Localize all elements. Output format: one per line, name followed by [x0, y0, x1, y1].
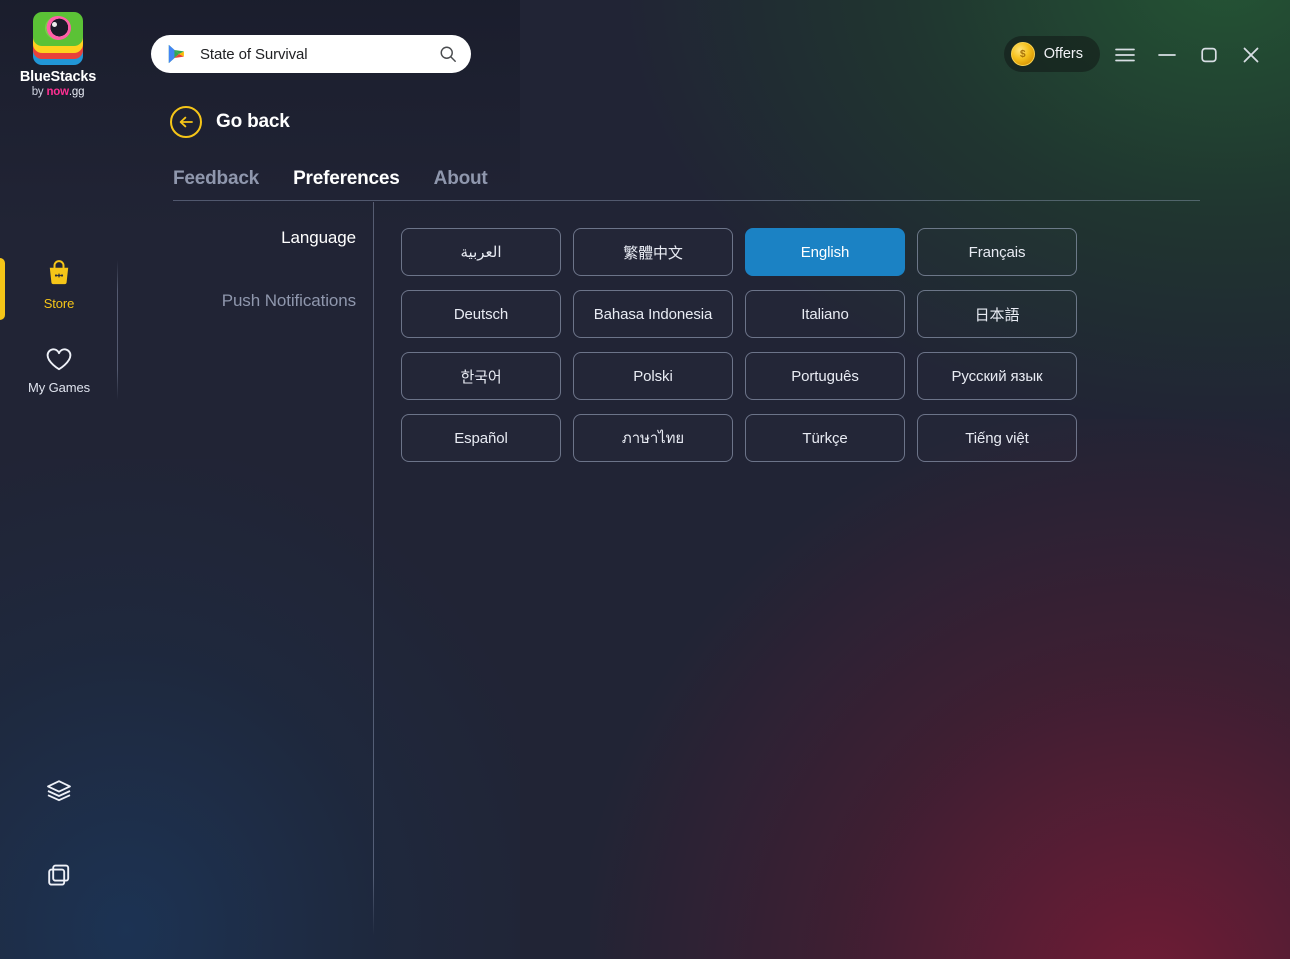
- heart-icon: [46, 348, 72, 371]
- language-option-italian[interactable]: Italiano: [745, 290, 905, 338]
- language-option-english[interactable]: English: [745, 228, 905, 276]
- arrow-left-circle-icon: [170, 106, 202, 138]
- sidebar-item-store[interactable]: Store: [0, 258, 118, 311]
- language-option-vietnamese[interactable]: Tiếng việt: [917, 414, 1077, 462]
- search-icon[interactable]: [439, 45, 457, 63]
- language-grid: العربية 繁體中文 English Français Deutsch Ba…: [401, 228, 1077, 462]
- coin-icon: $: [1010, 42, 1035, 66]
- settings-tabs: Feedback Preferences About: [173, 168, 488, 190]
- search-bar[interactable]: State of Survival: [151, 35, 471, 73]
- google-play-icon: [168, 44, 184, 64]
- brand-now: now: [46, 85, 69, 98]
- language-option-russian[interactable]: Русский язык: [917, 352, 1077, 400]
- window-controls: [1104, 36, 1272, 74]
- search-input[interactable]: State of Survival: [200, 46, 439, 63]
- close-button[interactable]: [1230, 36, 1272, 74]
- sidebar-item-my-games[interactable]: My Games: [0, 346, 118, 395]
- language-option-korean[interactable]: 한국어: [401, 352, 561, 400]
- hamburger-menu-icon: [1115, 48, 1135, 62]
- brand-tagline: by now.gg: [32, 86, 85, 100]
- brand-by: by: [31, 85, 44, 98]
- language-option-german[interactable]: Deutsch: [401, 290, 561, 338]
- offers-label: Offers: [1043, 46, 1083, 62]
- tab-about[interactable]: About: [434, 168, 488, 190]
- settings-vertical-divider: [373, 202, 374, 935]
- eye-icon: [45, 16, 71, 40]
- language-option-indonesian[interactable]: Bahasa Indonesia: [573, 290, 733, 338]
- language-option-japanese[interactable]: 日本語: [917, 290, 1077, 338]
- brand-name: BlueStacks: [19, 69, 97, 85]
- language-option-polish[interactable]: Polski: [573, 352, 733, 400]
- tab-feedback[interactable]: Feedback: [173, 168, 259, 190]
- sidebar-item-store-label: Store: [43, 296, 75, 311]
- language-option-portuguese[interactable]: Português: [745, 352, 905, 400]
- preferences-page: Go back Feedback Preferences About Langu…: [0, 0, 1290, 959]
- title-bar: BlueStacks by now.gg State of Survival $…: [0, 0, 1290, 108]
- close-icon: [1243, 47, 1259, 63]
- sidebar-item-multi-instance[interactable]: [0, 860, 118, 890]
- hamburger-menu-button[interactable]: [1104, 36, 1146, 74]
- minimize-button[interactable]: [1146, 36, 1188, 74]
- language-option-spanish[interactable]: Español: [401, 414, 561, 462]
- language-option-turkish[interactable]: Türkçe: [745, 414, 905, 462]
- multi-instance-icon: [48, 864, 70, 886]
- sidebar-item-layers[interactable]: [0, 776, 118, 806]
- maximize-button[interactable]: [1188, 36, 1230, 74]
- minimize-icon: [1158, 54, 1176, 56]
- layers-stack-icon: [47, 780, 71, 802]
- maximize-icon: [1201, 47, 1217, 63]
- offers-button[interactable]: $ Offers: [1003, 36, 1100, 72]
- bluestacks-window: BlueStacks by now.gg State of Survival $…: [0, 0, 1290, 959]
- go-back-label: Go back: [216, 111, 290, 132]
- sidebar-rail: Store My Games: [0, 108, 118, 959]
- tab-preferences[interactable]: Preferences: [293, 168, 400, 190]
- bluestacks-logo[interactable]: BlueStacks by now.gg: [14, 12, 102, 104]
- language-option-arabic[interactable]: العربية: [401, 228, 561, 276]
- language-option-french[interactable]: Français: [917, 228, 1077, 276]
- bluestacks-logo-icon: [27, 12, 89, 68]
- brand-gg: .gg: [68, 85, 85, 98]
- language-option-thai[interactable]: ภาษาไทย: [573, 414, 733, 462]
- tabs-underline: [173, 200, 1200, 201]
- sidebar-item-my-games-label: My Games: [27, 380, 91, 395]
- go-back-button[interactable]: Go back: [170, 106, 290, 138]
- language-option-chinese-traditional[interactable]: 繁體中文: [573, 228, 733, 276]
- store-bag-icon: [49, 260, 69, 285]
